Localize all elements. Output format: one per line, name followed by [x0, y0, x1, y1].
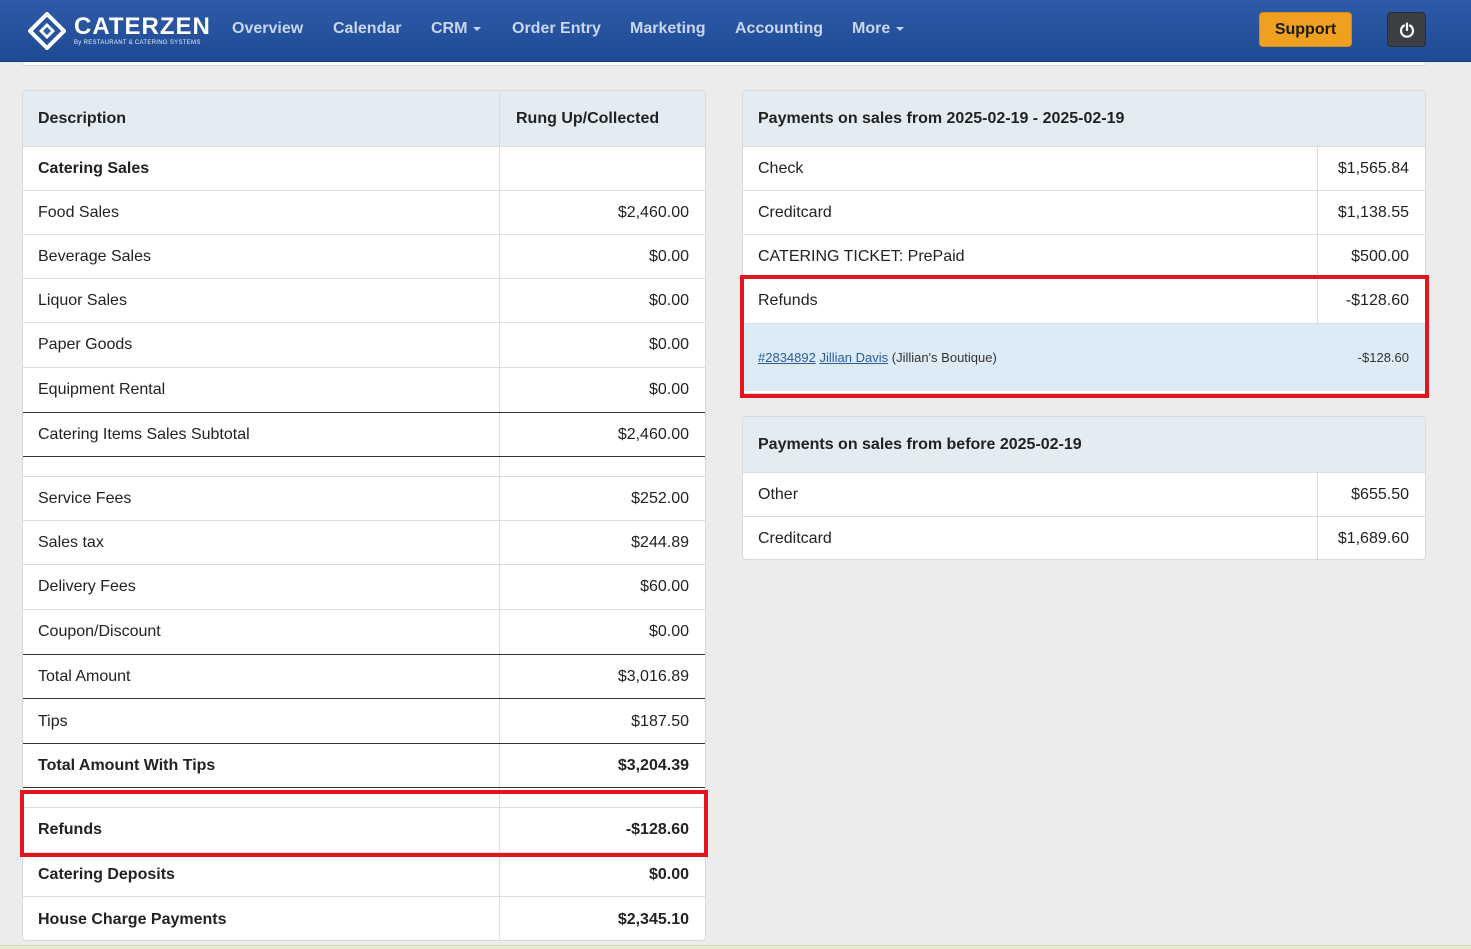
column-header-rung-up: Rung Up/Collected [516, 110, 660, 127]
top-panel-edge [22, 62, 1426, 66]
payment-row: CATERING TICKET: PrePaid $500.00 [743, 234, 1425, 279]
nav-calendar[interactable]: Calendar [333, 0, 401, 58]
payment-row-refunds: Refunds -$128.60 [743, 278, 1425, 323]
table-row: House Charge Payments $2,345.10 [23, 896, 705, 940]
table-row: Tips $187.50 [23, 698, 705, 744]
table-row: Coupon/Discount $0.00 [23, 609, 705, 654]
chevron-down-icon [473, 26, 482, 31]
payment-row: Creditcard $1,689.60 [743, 516, 1425, 559]
logo-diamond-icon [28, 12, 66, 50]
chevron-down-icon [896, 26, 905, 31]
table-spacer-row [23, 456, 705, 477]
customer-name-link[interactable]: Jillian Davis [819, 350, 888, 365]
nav-overview[interactable]: Overview [232, 0, 303, 58]
table-row: Service Fees $252.00 [23, 476, 705, 521]
table-row: Sales tax $244.89 [23, 520, 705, 565]
company-name: (Jillian's Boutique) [891, 350, 997, 365]
table-row: Catering Deposits $0.00 [23, 852, 705, 897]
table-row: Total Amount With Tips $3,204.39 [23, 743, 705, 788]
nav-marketing[interactable]: Marketing [630, 0, 706, 58]
table-row: Catering Sales [23, 146, 705, 191]
table-row: Delivery Fees $60.00 [23, 564, 705, 609]
caterzen-logo[interactable]: CATERZEN By RESTAURANT & CATERING SYSTEM… [28, 12, 211, 50]
column-header-description: Description [23, 91, 500, 147]
table-row: Equipment Rental $0.00 [23, 367, 705, 412]
table-header: Description Rung Up/Collected [23, 91, 705, 147]
panel-title: Payments on sales from before 2025-02-19 [743, 417, 1425, 472]
page-bottom-edge [0, 945, 1471, 949]
order-number-link[interactable]: #2834892 [758, 350, 816, 365]
top-navbar: CATERZEN By RESTAURANT & CATERING SYSTEM… [0, 0, 1471, 62]
table-row-refunds: Refunds -$128.60 [23, 807, 705, 852]
nav-more[interactable]: More [852, 0, 905, 58]
table-spacer-row [23, 787, 705, 808]
sales-summary-table: Description Rung Up/Collected Catering S… [22, 90, 706, 941]
support-button[interactable]: Support [1259, 12, 1352, 47]
panel-title: Payments on sales from 2025-02-19 - 2025… [743, 91, 1425, 146]
table-row: Catering Items Sales Subtotal $2,460.00 [23, 412, 705, 457]
payments-before-panel: Payments on sales from before 2025-02-19… [742, 416, 1426, 560]
power-icon [1399, 21, 1414, 38]
nav-accounting[interactable]: Accounting [735, 0, 823, 58]
logout-button[interactable] [1387, 12, 1426, 47]
table-row: Liquor Sales $0.00 [23, 278, 705, 323]
brand-name: CATERZEN [74, 13, 211, 40]
table-row: Beverage Sales $0.00 [23, 234, 705, 279]
table-row: Food Sales $2,460.00 [23, 190, 705, 235]
payment-row: Other $655.50 [743, 472, 1425, 517]
refund-detail-row: #2834892 Jillian Davis (Jillian's Boutiq… [743, 323, 1425, 391]
table-row: Paper Goods $0.00 [23, 322, 705, 367]
refund-amount: -$128.60 [1357, 350, 1409, 365]
brand-tagline: By RESTAURANT & CATERING SYSTEMS [74, 40, 201, 46]
payment-row: Creditcard $1,138.55 [743, 190, 1425, 235]
nav-crm[interactable]: CRM [431, 0, 482, 58]
payments-current-panel: Payments on sales from 2025-02-19 - 2025… [742, 90, 1426, 394]
nav-order-entry[interactable]: Order Entry [512, 0, 601, 58]
table-row: Total Amount $3,016.89 [23, 654, 705, 699]
payment-row: Check $1,565.84 [743, 146, 1425, 191]
